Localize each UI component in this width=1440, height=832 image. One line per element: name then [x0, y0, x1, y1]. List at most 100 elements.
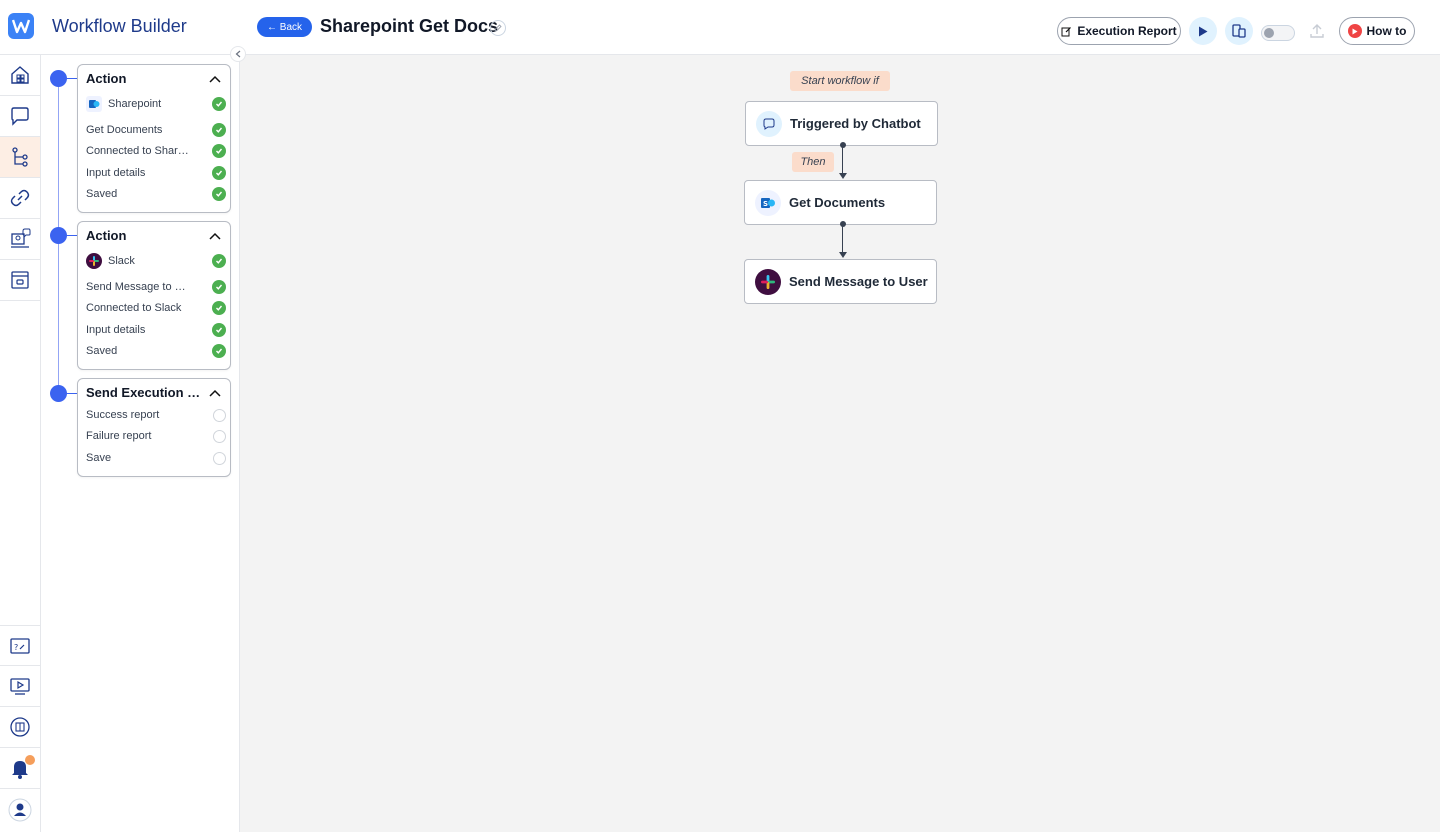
collapse-panel-button[interactable]	[230, 46, 246, 62]
rail-chat[interactable]	[0, 96, 40, 137]
publish-icon[interactable]	[1308, 22, 1326, 40]
step-row-label: Saved	[86, 345, 118, 357]
rail-videos[interactable]	[0, 666, 40, 707]
edit-title-icon[interactable]	[490, 20, 506, 36]
chat-bubble-icon	[756, 110, 782, 137]
step-app-row: Slack	[86, 251, 226, 271]
icon-rail: ?	[0, 55, 41, 832]
step-title: Action	[86, 71, 127, 86]
action-label: Get Documents	[789, 195, 886, 210]
check-icon	[212, 323, 226, 337]
video-icon	[10, 678, 30, 695]
rail-home[interactable]	[0, 55, 40, 96]
step-card-slack[interactable]: Action Slack Send Message to User Connec…	[77, 221, 231, 370]
agent-icon	[11, 228, 31, 248]
connector-dot	[840, 221, 846, 227]
step-card-execution-report[interactable]: Send Execution Report Success report Fai…	[77, 378, 231, 477]
workflow-title: Sharepoint Get Docs	[320, 16, 499, 36]
activate-toggle[interactable]	[1261, 25, 1295, 41]
rail-help[interactable]: ?	[0, 625, 40, 666]
step-row: Failure report	[86, 426, 226, 446]
step-row-label: Save	[86, 452, 112, 464]
home-icon	[11, 66, 29, 84]
step-row-label: Success report	[86, 409, 160, 421]
trigger-node[interactable]: Triggered by Chatbot	[745, 101, 938, 146]
action-node-send-message[interactable]: Send Message to User	[744, 259, 937, 304]
check-icon	[212, 254, 226, 268]
chevron-up-icon[interactable]	[209, 388, 221, 398]
back-button[interactable]: ← Back	[257, 17, 313, 37]
timeline-node	[50, 70, 67, 87]
rail-integrations[interactable]	[0, 178, 40, 219]
link-icon	[10, 189, 30, 207]
then-label: Then	[792, 152, 834, 172]
rail-workflow[interactable]	[0, 137, 40, 178]
workflow-icon	[12, 147, 28, 167]
book-icon	[10, 717, 30, 737]
video-play-icon	[1347, 24, 1362, 38]
check-icon	[212, 166, 226, 180]
pending-circle-icon	[213, 408, 226, 422]
step-title: Action	[86, 228, 127, 243]
slack-icon	[755, 268, 781, 295]
rail-agents[interactable]	[0, 219, 40, 260]
chat-icon	[11, 107, 29, 126]
svg-text:S: S	[763, 200, 768, 208]
how-to-label: How to	[1366, 24, 1407, 38]
step-row: Saved	[86, 341, 226, 361]
step-row: Save	[86, 448, 226, 468]
run-button[interactable]	[1189, 17, 1217, 45]
rail-notifications[interactable]	[0, 748, 40, 789]
connector-dot	[840, 142, 846, 148]
connector-line	[842, 146, 843, 173]
user-icon	[8, 798, 32, 821]
devices-icon	[1232, 24, 1246, 38]
trigger-label: Triggered by Chatbot	[790, 116, 921, 131]
step-row-label: Saved	[86, 188, 118, 200]
step-row-label: Connected to Slack	[86, 302, 182, 314]
step-row: Input details	[86, 163, 226, 183]
how-to-button[interactable]: How to	[1339, 17, 1415, 45]
check-icon	[212, 280, 226, 294]
check-icon	[212, 344, 226, 358]
step-app-label: Sharepoint	[108, 98, 162, 110]
step-row-label: Failure report	[86, 430, 152, 442]
step-row: Connected to Sharepoint	[86, 141, 226, 161]
check-icon	[212, 97, 226, 111]
app-logo[interactable]	[8, 13, 34, 39]
sharepoint-icon: S	[755, 189, 781, 216]
play-icon	[1199, 26, 1208, 36]
top-header: Workflow Builder ← Back Sharepoint Get D…	[0, 0, 1440, 55]
check-icon	[212, 301, 226, 315]
step-row: Connected to Slack	[86, 298, 226, 318]
step-row: Send Message to User	[86, 277, 226, 297]
sharepoint-icon	[86, 96, 102, 112]
execution-report-label: Execution Report	[1077, 24, 1177, 38]
svg-text:?: ?	[14, 643, 18, 652]
connector-line	[842, 225, 843, 252]
execution-report-button[interactable]: Execution Report	[1057, 17, 1181, 45]
rail-inbox[interactable]	[0, 260, 40, 301]
test-button[interactable]	[1225, 17, 1253, 45]
step-row-label: Input details	[86, 167, 146, 179]
toggle-knob	[1264, 28, 1274, 38]
chevron-left-icon	[235, 50, 241, 58]
action-node-get-documents[interactable]: S Get Documents	[744, 180, 937, 225]
rail-profile[interactable]	[0, 789, 40, 830]
rail-docs[interactable]	[0, 707, 40, 748]
step-row-label: Connected to Sharepoint	[86, 145, 190, 157]
chevron-up-icon[interactable]	[209, 231, 221, 241]
chevron-up-icon[interactable]	[209, 74, 221, 84]
action-label: Send Message to User	[789, 274, 928, 289]
notification-dot	[25, 755, 35, 765]
step-row-label: Send Message to User	[86, 281, 190, 293]
step-app-label: Slack	[108, 255, 135, 267]
step-card-sharepoint[interactable]: Action Sharepoint Get Documents Connecte…	[77, 64, 231, 213]
connector-arrow	[839, 252, 847, 258]
check-icon	[212, 187, 226, 201]
step-row-label: Get Documents	[86, 124, 163, 136]
step-row: Success report	[86, 405, 226, 425]
timeline-node	[50, 385, 67, 402]
step-row-label: Input details	[86, 324, 146, 336]
timeline-node	[50, 227, 67, 244]
